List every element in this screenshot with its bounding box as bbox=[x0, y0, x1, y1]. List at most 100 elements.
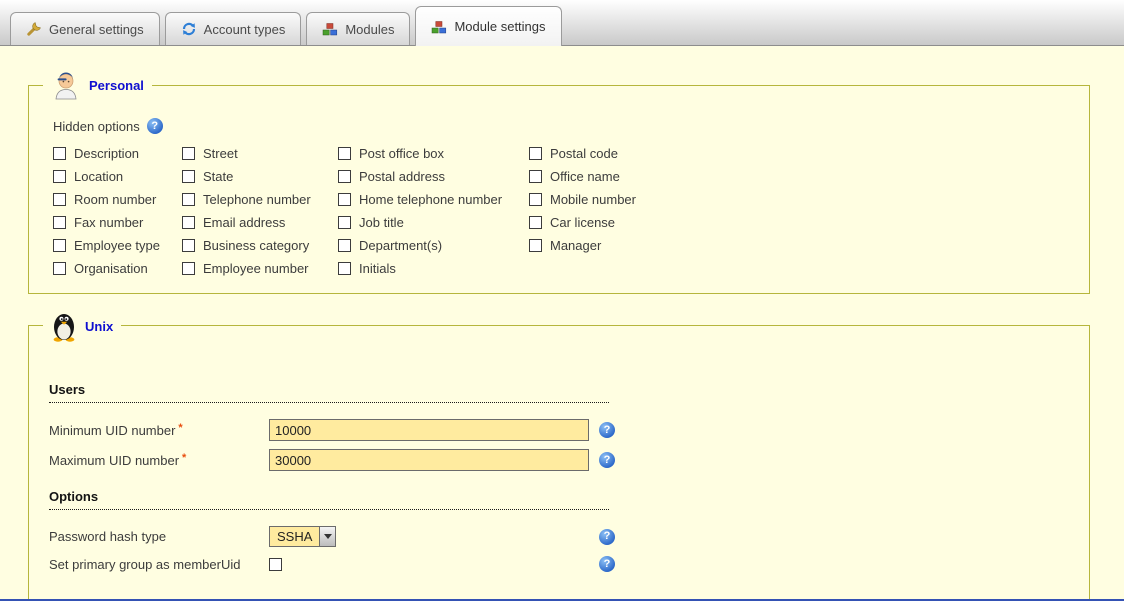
hidden-options-grid: Description Street Post office box Posta… bbox=[53, 146, 749, 276]
hidden-option-telephone-number[interactable]: Telephone number bbox=[182, 192, 338, 207]
hidden-option-job-title[interactable]: Job title bbox=[338, 215, 529, 230]
checkbox-telephone-number[interactable] bbox=[182, 193, 195, 206]
min-uid-label-text: Minimum UID number bbox=[49, 423, 175, 438]
options-section-title: Options bbox=[49, 489, 609, 510]
tab-account-types[interactable]: Account types bbox=[165, 12, 302, 45]
hidden-option-location[interactable]: Location bbox=[53, 169, 182, 184]
checkbox-label: Department(s) bbox=[359, 238, 442, 253]
password-hash-select[interactable]: SSHA bbox=[269, 526, 336, 547]
checkbox-label: Post office box bbox=[359, 146, 444, 161]
wrench-icon bbox=[26, 21, 42, 37]
help-icon[interactable]: ? bbox=[599, 556, 615, 572]
help-icon[interactable]: ? bbox=[599, 422, 615, 438]
checkbox-label: Fax number bbox=[74, 215, 143, 230]
hidden-option-office-name[interactable]: Office name bbox=[529, 169, 749, 184]
tab-label: Modules bbox=[345, 22, 394, 37]
personal-legend: Personal bbox=[43, 70, 152, 100]
required-marker: * bbox=[178, 422, 182, 434]
max-uid-input[interactable] bbox=[269, 449, 589, 471]
hidden-option-postal-code[interactable]: Postal code bbox=[529, 146, 749, 161]
hidden-option-post-office-box[interactable]: Post office box bbox=[338, 146, 529, 161]
lam-settings-page: General settings Account types Modules bbox=[0, 0, 1124, 607]
unix-legend-label: Unix bbox=[85, 320, 113, 333]
checkbox-description[interactable] bbox=[53, 147, 66, 160]
hidden-option-employee-type[interactable]: Employee type bbox=[53, 238, 182, 253]
unix-form: Users Minimum UID number* ? Maximum UID … bbox=[29, 326, 1089, 573]
checkbox-label: Business category bbox=[203, 238, 309, 253]
tab-general-settings[interactable]: General settings bbox=[10, 12, 160, 45]
hidden-option-car-license[interactable]: Car license bbox=[529, 215, 749, 230]
hidden-option-manager[interactable]: Manager bbox=[529, 238, 749, 253]
member-uid-label-text: Set primary group as memberUid bbox=[49, 557, 240, 572]
hidden-option-employee-number[interactable]: Employee number bbox=[182, 261, 338, 276]
checkbox-fax-number[interactable] bbox=[53, 216, 66, 229]
checkbox-initials[interactable] bbox=[338, 262, 351, 275]
member-uid-checkbox[interactable] bbox=[269, 558, 282, 571]
hidden-option-mobile-number[interactable]: Mobile number bbox=[529, 192, 749, 207]
modules-icon bbox=[322, 21, 338, 37]
checkbox-manager[interactable] bbox=[529, 239, 542, 252]
help-icon[interactable]: ? bbox=[599, 452, 615, 468]
hidden-option-email-address[interactable]: Email address bbox=[182, 215, 338, 230]
password-hash-label: Password hash type bbox=[49, 529, 269, 544]
min-uid-control bbox=[269, 419, 599, 441]
checkbox-mobile-number[interactable] bbox=[529, 193, 542, 206]
checkbox-email-address[interactable] bbox=[182, 216, 195, 229]
max-uid-control bbox=[269, 449, 599, 471]
hidden-option-organisation[interactable]: Organisation bbox=[53, 261, 182, 276]
checkbox-postal-code[interactable] bbox=[529, 147, 542, 160]
checkbox-label: Organisation bbox=[74, 261, 148, 276]
hidden-option-departments[interactable]: Department(s) bbox=[338, 238, 529, 253]
checkbox-employee-type[interactable] bbox=[53, 239, 66, 252]
hidden-options-label: Hidden options bbox=[53, 119, 140, 134]
hidden-option-business-category[interactable]: Business category bbox=[182, 238, 338, 253]
hidden-option-room-number[interactable]: Room number bbox=[53, 192, 182, 207]
checkbox-car-license[interactable] bbox=[529, 216, 542, 229]
checkbox-label: Initials bbox=[359, 261, 396, 276]
hidden-option-postal-address[interactable]: Postal address bbox=[338, 169, 529, 184]
checkbox-room-number[interactable] bbox=[53, 193, 66, 206]
checkbox-employee-number[interactable] bbox=[182, 262, 195, 275]
checkbox-office-name[interactable] bbox=[529, 170, 542, 183]
checkbox-postal-address[interactable] bbox=[338, 170, 351, 183]
checkbox-post-office-box[interactable] bbox=[338, 147, 351, 160]
checkbox-label: Job title bbox=[359, 215, 404, 230]
hidden-option-street[interactable]: Street bbox=[182, 146, 338, 161]
checkbox-location[interactable] bbox=[53, 170, 66, 183]
footer-divider bbox=[0, 599, 1124, 601]
member-uid-row: Set primary group as memberUid ? bbox=[49, 555, 1089, 573]
tux-penguin-icon bbox=[51, 310, 77, 342]
module-settings-icon bbox=[431, 19, 447, 35]
hidden-option-state[interactable]: State bbox=[182, 169, 338, 184]
hidden-option-fax-number[interactable]: Fax number bbox=[53, 215, 182, 230]
checkbox-label: Mobile number bbox=[550, 192, 636, 207]
checkbox-street[interactable] bbox=[182, 147, 195, 160]
checkbox-label: Street bbox=[203, 146, 238, 161]
min-uid-label: Minimum UID number* bbox=[49, 423, 269, 438]
hidden-option-description[interactable]: Description bbox=[53, 146, 182, 161]
checkbox-label: Employee number bbox=[203, 261, 309, 276]
hidden-options-header: Hidden options ? bbox=[53, 118, 163, 134]
hidden-option-home-telephone-number[interactable]: Home telephone number bbox=[338, 192, 529, 207]
checkbox-label: Location bbox=[74, 169, 123, 184]
tab-bar: General settings Account types Modules bbox=[0, 0, 1124, 46]
checkbox-label: Telephone number bbox=[203, 192, 311, 207]
help-icon[interactable]: ? bbox=[147, 118, 163, 134]
min-uid-input[interactable] bbox=[269, 419, 589, 441]
checkbox-label: Home telephone number bbox=[359, 192, 502, 207]
checkbox-state[interactable] bbox=[182, 170, 195, 183]
hidden-option-initials[interactable]: Initials bbox=[338, 261, 529, 276]
checkbox-organisation[interactable] bbox=[53, 262, 66, 275]
max-uid-row: Maximum UID number* ? bbox=[49, 449, 1089, 471]
tab-module-settings[interactable]: Module settings bbox=[415, 6, 561, 46]
tab-label: Account types bbox=[204, 22, 286, 37]
checkbox-departments[interactable] bbox=[338, 239, 351, 252]
checkbox-home-telephone-number[interactable] bbox=[338, 193, 351, 206]
checkbox-job-title[interactable] bbox=[338, 216, 351, 229]
personal-legend-label: Personal bbox=[89, 79, 144, 92]
checkbox-business-category[interactable] bbox=[182, 239, 195, 252]
help-icon[interactable]: ? bbox=[599, 529, 615, 545]
tab-modules[interactable]: Modules bbox=[306, 12, 410, 45]
unix-legend: Unix bbox=[43, 310, 121, 342]
checkbox-label: State bbox=[203, 169, 233, 184]
